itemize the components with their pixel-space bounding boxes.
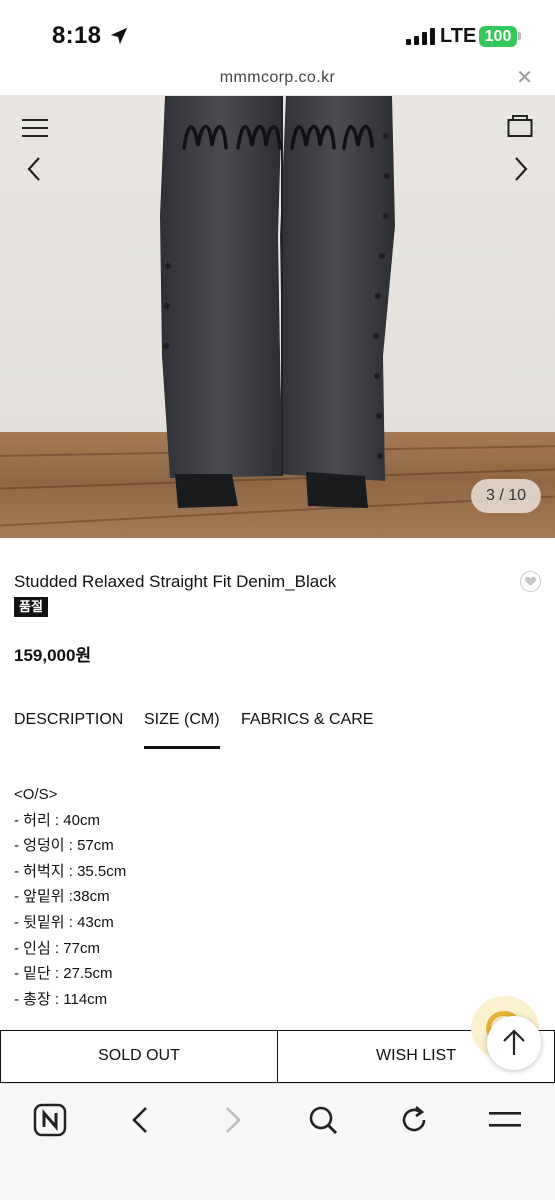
close-icon[interactable]: ✕ [516, 68, 533, 88]
arrow-up-icon [503, 1029, 525, 1055]
naver-home-icon[interactable] [28, 1098, 72, 1142]
chevron-left-icon[interactable] [26, 156, 42, 182]
signal-strength-icon [406, 27, 436, 45]
image-counter: 3 / 10 [471, 479, 541, 513]
tab-fabrics-care[interactable]: FABRICS & CARE [241, 711, 373, 729]
hamburger-menu-icon[interactable] [22, 118, 48, 138]
scroll-top-button[interactable] [487, 1016, 541, 1070]
size-line: - 앞밑위 :38cm [14, 888, 110, 906]
size-line: - 밑단 : 27.5cm [14, 965, 113, 983]
location-arrow-icon [110, 27, 128, 45]
back-arrow-icon[interactable] [119, 1098, 163, 1142]
status-bar: 8:18 LTE 100 [0, 0, 555, 64]
tab-size[interactable]: SIZE (CM) [144, 711, 220, 729]
status-time: 8:18 [52, 22, 102, 49]
battery-indicator: 100 [479, 26, 517, 47]
size-line: - 엉덩이 : 57cm [14, 837, 114, 855]
product-price: 159,000원 [14, 646, 92, 665]
size-heading: <O/S> [14, 786, 58, 803]
sold-out-badge: 품절 [14, 597, 48, 617]
size-line: - 인심 : 77cm [14, 939, 100, 957]
product-image-carousel[interactable]: 3 / 10 [0, 96, 555, 538]
chevron-right-icon[interactable] [513, 156, 529, 182]
browser-toolbar [0, 1083, 555, 1200]
refresh-icon[interactable] [392, 1098, 436, 1142]
size-info-list: <O/S> - 허리 : 40cm - 엉덩이 : 57cm - 허벅지 : 3… [14, 782, 126, 1012]
mmm-logo-icon [182, 124, 374, 150]
url-text[interactable]: mmmcorp.co.kr [0, 69, 555, 87]
product-photo [160, 96, 395, 508]
forward-arrow-icon[interactable] [210, 1098, 254, 1142]
size-line: - 허벅지 : 35.5cm [14, 862, 127, 880]
tab-description[interactable]: DESCRIPTION [14, 711, 123, 729]
network-type: LTE [440, 25, 477, 47]
search-icon[interactable] [301, 1098, 345, 1142]
menu-icon[interactable] [483, 1098, 527, 1142]
heart-icon[interactable] [520, 571, 541, 592]
size-line: - 허리 : 40cm [14, 811, 100, 829]
size-line: - 총장 : 114cm [14, 990, 108, 1008]
active-tab-indicator [144, 746, 220, 749]
size-line: - 뒷밑위 : 43cm [14, 913, 114, 931]
url-bar[interactable]: mmmcorp.co.kr ✕ [0, 64, 555, 96]
shopping-bag-icon[interactable] [507, 114, 533, 138]
battery-tip [518, 32, 521, 40]
product-title: Studded Relaxed Straight Fit Denim_Black [14, 572, 337, 591]
sold-out-button[interactable]: SOLD OUT [0, 1030, 278, 1083]
